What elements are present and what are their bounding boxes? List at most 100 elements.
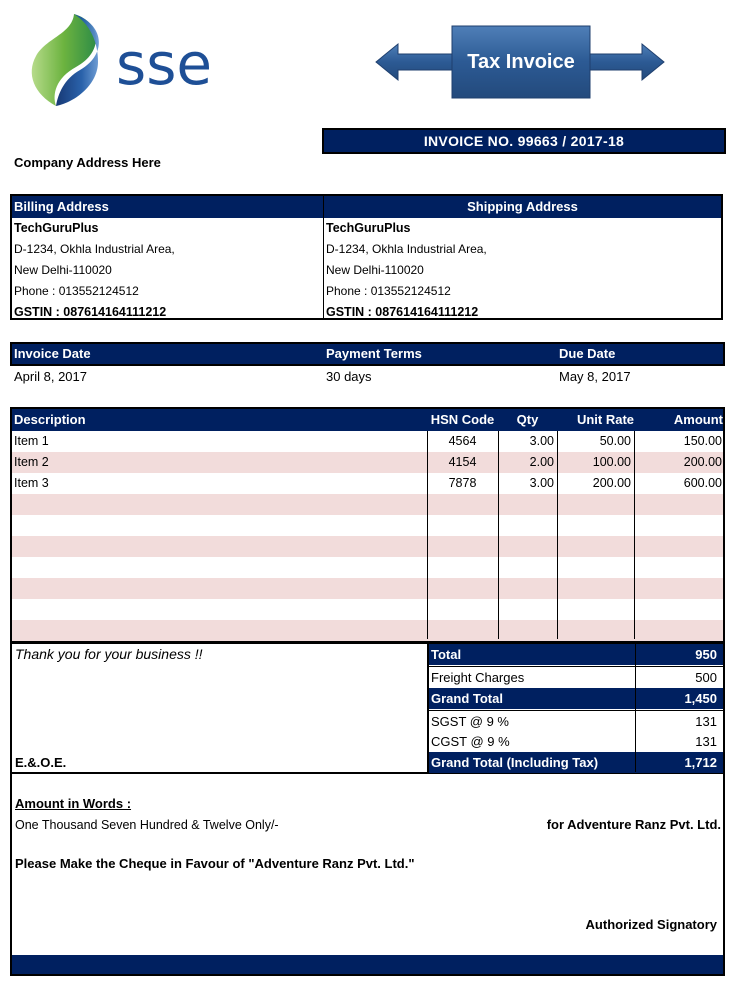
cell-unit-rate <box>557 515 631 536</box>
banner-title: Tax Invoice <box>467 51 575 73</box>
cell-description: Item 2 <box>14 455 49 469</box>
due-date-label: Due Date <box>559 346 616 361</box>
cell-hsn-code: 7878 <box>448 476 477 490</box>
sse-swirl-logo-icon: sse <box>31 14 212 106</box>
cell-qty <box>498 494 554 515</box>
cell-hsn-code <box>427 536 498 557</box>
table-row <box>12 620 723 641</box>
cell-qty <box>498 515 554 536</box>
totals-row: Grand Total (Including Tax) 1,712 <box>429 752 723 773</box>
amount-in-words-label: Amount in Words : <box>15 796 132 811</box>
cell-qty: 3.00 <box>529 434 554 448</box>
table-row <box>12 536 723 557</box>
column-header-qty: Qty <box>516 412 539 427</box>
table-row <box>12 578 723 599</box>
column-header-description: Description <box>14 412 86 427</box>
due-date-value: May 8, 2017 <box>559 369 631 384</box>
table-row: Item 2 4154 2.00 100.00 200.00 <box>12 452 723 473</box>
cheque-note: Please Make the Cheque in Favour of "Adv… <box>15 856 415 871</box>
shipping-gstin: GSTIN : 087614164111212 <box>326 305 479 319</box>
cell-hsn-code <box>427 620 498 641</box>
totals-row: Total 950 <box>429 644 723 665</box>
billing-address-line1: D-1234, Okhla Industrial Area, <box>14 242 175 256</box>
table-row: Item 3 7878 3.00 200.00 600.00 <box>12 473 723 494</box>
table-row <box>12 599 723 620</box>
company-address: Company Address Here <box>14 155 161 170</box>
billing-phone: Phone : 013552124512 <box>14 284 139 298</box>
cell-amount <box>634 494 722 515</box>
cell-hsn-code <box>427 578 498 599</box>
footer-section: Amount in Words : One Thousand Seven Hun… <box>10 772 725 976</box>
totals-divider <box>635 644 636 772</box>
cell-description <box>14 620 414 641</box>
totals-row: SGST @ 9 % 131 <box>429 710 723 732</box>
cell-qty <box>498 599 554 620</box>
eoe-note: E.&.O.E. <box>15 755 67 770</box>
items-table-header: Description HSN Code Qty Unit Rate Amoun… <box>12 409 723 431</box>
cell-unit-rate <box>557 578 631 599</box>
items-table: Description HSN Code Qty Unit Rate Amoun… <box>10 407 725 641</box>
totals-value: 1,712 <box>684 755 717 770</box>
footer-bar <box>12 955 723 974</box>
cell-unit-rate <box>557 599 631 620</box>
payment-terms-label: Payment Terms <box>326 346 422 361</box>
thank-you-note: Thank you for your business !! <box>15 646 203 662</box>
cell-amount <box>634 578 722 599</box>
company-logo: sse <box>24 12 229 108</box>
cell-description <box>14 599 414 620</box>
table-row <box>12 515 723 536</box>
cell-qty: 3.00 <box>529 476 554 490</box>
cell-amount <box>634 599 722 620</box>
shipping-address-line2: New Delhi-110020 <box>326 263 424 277</box>
cell-amount <box>634 557 722 578</box>
shipping-address: TechGuruPlus D-1234, Okhla Industrial Ar… <box>323 218 721 319</box>
invoice-date-value: April 8, 2017 <box>14 369 87 384</box>
billing-address-header: Billing Address <box>12 196 325 218</box>
cell-description <box>14 494 414 515</box>
totals-value: 131 <box>695 734 717 749</box>
column-divider <box>634 431 635 639</box>
cell-unit-rate <box>557 620 631 641</box>
address-section: Billing Address Shipping Address TechGur… <box>10 194 723 320</box>
cell-unit-rate <box>557 494 631 515</box>
totals-label: SGST @ 9 % <box>431 714 509 729</box>
totals-label: CGST @ 9 % <box>431 734 510 749</box>
cell-description <box>14 536 414 557</box>
payment-terms-value: 30 days <box>326 369 372 384</box>
table-row <box>12 494 723 515</box>
cell-amount <box>634 515 722 536</box>
totals-value: 131 <box>695 714 717 729</box>
cell-hsn-code: 4564 <box>448 434 477 448</box>
summary-section: Thank you for your business !! E.&.O.E. … <box>10 641 725 774</box>
invoice-date-label: Invoice Date <box>14 346 91 361</box>
cell-unit-rate: 100.00 <box>592 455 631 469</box>
cell-qty <box>498 578 554 599</box>
table-row <box>12 557 723 578</box>
column-header-amount: Amount <box>673 412 723 427</box>
cell-hsn-code <box>427 557 498 578</box>
column-divider <box>557 431 558 639</box>
totals-value: 950 <box>695 647 717 662</box>
cell-qty <box>498 536 554 557</box>
cell-amount: 200.00 <box>683 455 722 469</box>
column-divider <box>498 431 499 639</box>
cell-qty <box>498 557 554 578</box>
billing-address-line2: New Delhi-110020 <box>14 263 112 277</box>
cell-hsn-code <box>427 494 498 515</box>
cell-description <box>14 557 414 578</box>
cell-description: Item 1 <box>14 434 49 448</box>
billing-name: TechGuruPlus <box>14 221 99 235</box>
tax-invoice-banner: Tax Invoice <box>374 24 666 100</box>
cell-unit-rate: 50.00 <box>599 434 631 448</box>
cell-hsn-code <box>427 599 498 620</box>
shipping-address-line1: D-1234, Okhla Industrial Area, <box>326 242 487 256</box>
totals-table: Total 950 Freight Charges 500 Grand Total 1,4… <box>427 644 723 773</box>
cell-amount <box>634 620 722 641</box>
cell-unit-rate <box>557 557 631 578</box>
dates-header: Invoice Date Payment Terms Due Date <box>10 342 725 366</box>
totals-label: Grand Total (Including Tax) <box>431 755 599 770</box>
cell-amount <box>634 536 722 557</box>
totals-row: Grand Total 1,450 <box>429 688 723 709</box>
cell-amount: 150.00 <box>683 434 722 448</box>
column-header-hsn-code: HSN Code <box>430 412 495 427</box>
